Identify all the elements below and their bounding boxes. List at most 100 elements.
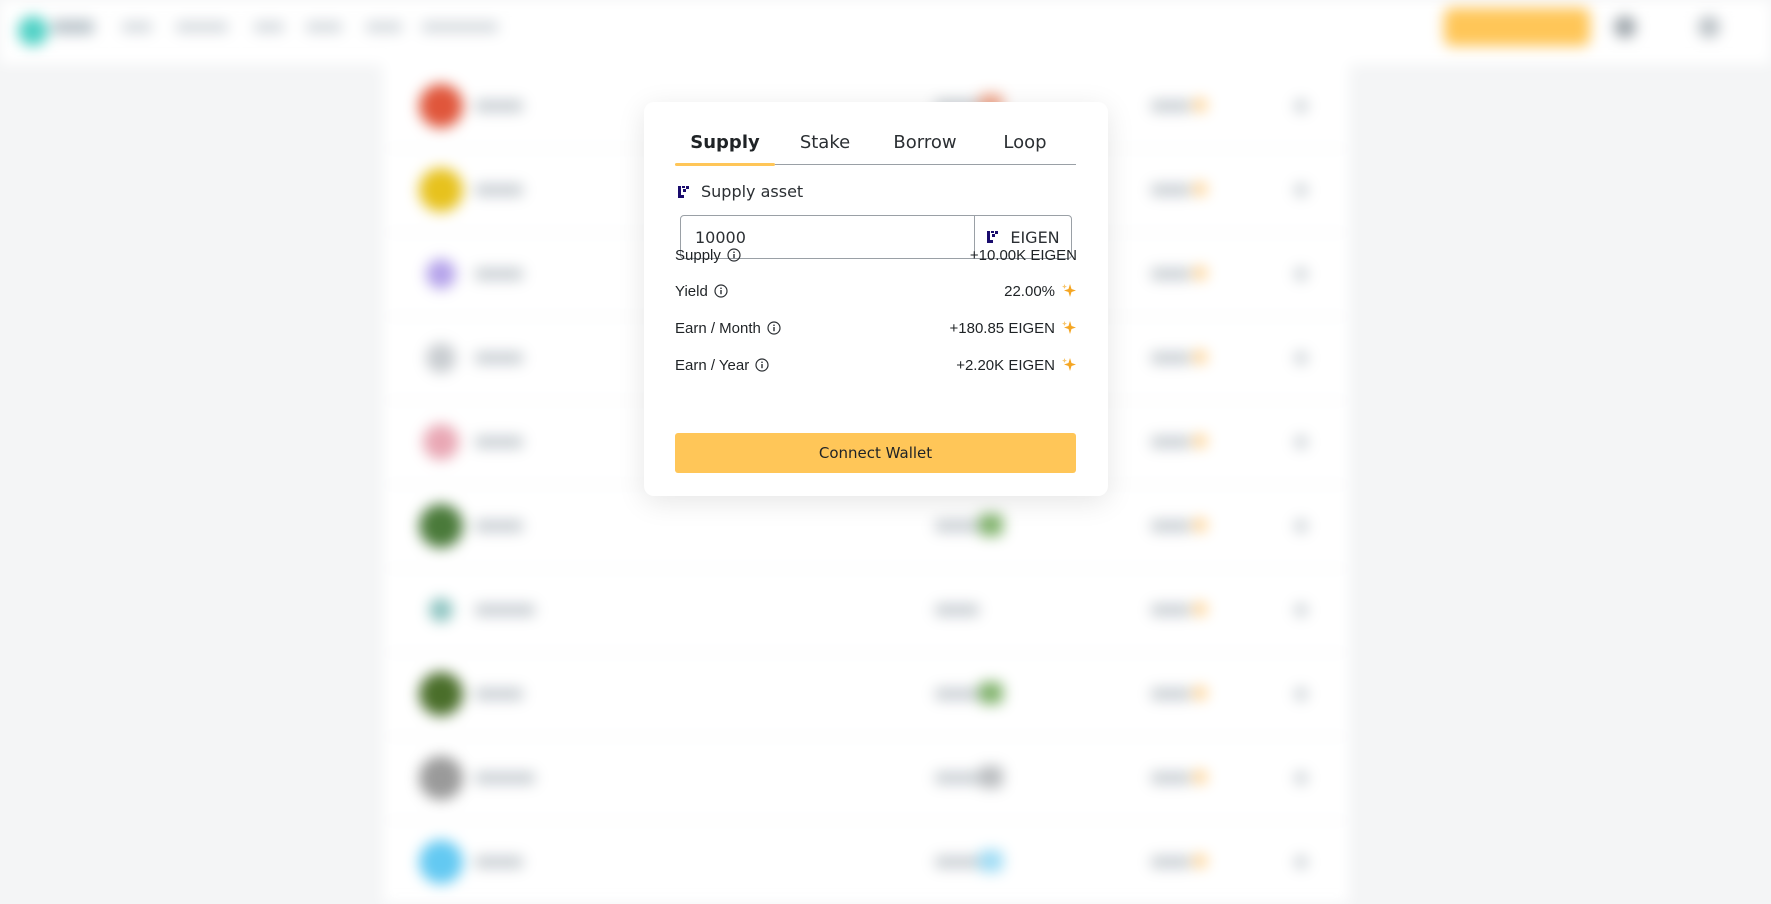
token-avatar bbox=[426, 259, 456, 289]
info-icon[interactable] bbox=[714, 284, 728, 298]
nav-item bbox=[366, 22, 402, 32]
token-avatar bbox=[419, 840, 463, 884]
supply-asset-label: Supply asset bbox=[701, 182, 804, 201]
row-chip bbox=[979, 766, 1003, 788]
row-value bbox=[1151, 184, 1191, 196]
token-name bbox=[475, 268, 523, 280]
row-chip bbox=[979, 850, 1003, 872]
token-name bbox=[475, 436, 523, 448]
tab-supply[interactable]: Supply bbox=[675, 128, 775, 166]
network-icon bbox=[1614, 16, 1636, 38]
row-dot bbox=[1193, 350, 1207, 364]
row-chip bbox=[979, 682, 1003, 704]
row-value bbox=[1151, 520, 1191, 532]
row-chevron bbox=[1295, 184, 1307, 196]
stat-label: Supply bbox=[675, 246, 721, 264]
connect-wallet-button[interactable]: Connect Wallet bbox=[675, 433, 1076, 473]
stat-value-group: +2.20K EIGEN bbox=[956, 357, 1077, 374]
row-value bbox=[935, 520, 979, 532]
token-avatar bbox=[429, 598, 453, 622]
top-navigation-bar bbox=[0, 0, 1771, 64]
row-dot bbox=[1193, 518, 1207, 532]
stat-label-group: Earn / Year bbox=[675, 357, 769, 374]
token-avatar bbox=[419, 504, 463, 548]
stat-value-group: +180.85 EIGEN bbox=[950, 320, 1077, 337]
stat-value: +180.85 EIGEN bbox=[949, 319, 1055, 337]
token-avatar bbox=[423, 424, 459, 460]
tab-stake[interactable]: Stake bbox=[775, 128, 875, 164]
row-value bbox=[1151, 772, 1191, 784]
row-value bbox=[1151, 604, 1191, 616]
token-name bbox=[475, 604, 535, 616]
token-name bbox=[475, 184, 523, 196]
row-value bbox=[1151, 268, 1191, 280]
stat-label: Earn / Year bbox=[675, 356, 750, 374]
table-row bbox=[383, 652, 1349, 737]
stat-label-group: Yield bbox=[675, 283, 728, 300]
row-value bbox=[935, 688, 979, 700]
row-value bbox=[935, 604, 979, 616]
supply-asset-header: Supply asset bbox=[677, 182, 803, 201]
stat-value: +10.00K EIGEN bbox=[969, 246, 1077, 264]
info-icon[interactable] bbox=[755, 358, 769, 372]
row-dot bbox=[1193, 266, 1207, 280]
row-dot bbox=[1193, 854, 1207, 868]
tab-borrow[interactable]: Borrow bbox=[875, 128, 975, 164]
token-avatar bbox=[419, 168, 463, 212]
token-avatar bbox=[419, 756, 463, 800]
row-dot bbox=[1193, 770, 1207, 784]
row-chevron bbox=[1295, 856, 1307, 868]
stat-value: 22.00% bbox=[1004, 282, 1055, 300]
row-value bbox=[1151, 436, 1191, 448]
sparkle-icon bbox=[1062, 358, 1076, 371]
table-row bbox=[383, 568, 1349, 653]
row-dot bbox=[1193, 98, 1207, 112]
row-dot bbox=[1193, 686, 1207, 700]
tab-loop[interactable]: Loop bbox=[975, 128, 1075, 164]
token-name bbox=[475, 688, 523, 700]
token-avatar bbox=[426, 343, 456, 373]
stat-row-earn-month: Earn / Month +180.85 EIGEN bbox=[675, 317, 1077, 339]
row-chevron bbox=[1295, 100, 1307, 112]
token-name bbox=[475, 352, 523, 364]
token-name bbox=[475, 772, 535, 784]
row-value bbox=[1151, 688, 1191, 700]
sparkle-icon bbox=[1062, 321, 1076, 334]
stat-label-group: Earn / Month bbox=[675, 320, 781, 337]
row-dot bbox=[1193, 182, 1207, 196]
table-row bbox=[383, 484, 1349, 569]
token-name bbox=[475, 520, 523, 532]
sparkle-icon bbox=[1062, 284, 1076, 297]
token-avatar bbox=[419, 84, 463, 128]
stat-label: Yield bbox=[675, 282, 708, 300]
row-chevron bbox=[1295, 352, 1307, 364]
nav-item bbox=[254, 22, 284, 32]
row-chevron bbox=[1295, 604, 1307, 616]
table-row bbox=[383, 736, 1349, 821]
row-value bbox=[1151, 856, 1191, 868]
supply-modal: Supply Stake Borrow Loop Supply asset EI… bbox=[644, 102, 1108, 496]
app-logo-wordmark bbox=[52, 20, 94, 34]
eigen-logo-icon bbox=[987, 231, 999, 243]
app-logo-icon bbox=[18, 16, 48, 46]
info-icon[interactable] bbox=[767, 321, 781, 335]
info-icon[interactable] bbox=[727, 248, 741, 262]
stat-label-group: Supply bbox=[675, 247, 741, 264]
token-name bbox=[475, 100, 523, 112]
action-tabs: Supply Stake Borrow Loop bbox=[675, 128, 1076, 166]
stat-label: Earn / Month bbox=[675, 319, 761, 337]
stat-row-yield: Yield 22.00% bbox=[675, 280, 1077, 302]
menu-icon bbox=[1698, 16, 1720, 38]
token-avatar bbox=[419, 672, 463, 716]
nav-item bbox=[122, 22, 152, 32]
row-value bbox=[935, 856, 979, 868]
stat-row-earn-year: Earn / Year +2.20K EIGEN bbox=[675, 354, 1077, 376]
row-value bbox=[1151, 352, 1191, 364]
stat-value: +2.20K EIGEN bbox=[956, 356, 1055, 374]
header-cta-button bbox=[1444, 8, 1590, 46]
row-chevron bbox=[1295, 520, 1307, 532]
row-dot bbox=[1193, 434, 1207, 448]
eigen-logo-icon bbox=[678, 185, 689, 198]
stat-value-group: 22.00% bbox=[1004, 283, 1077, 300]
row-chevron bbox=[1295, 268, 1307, 280]
